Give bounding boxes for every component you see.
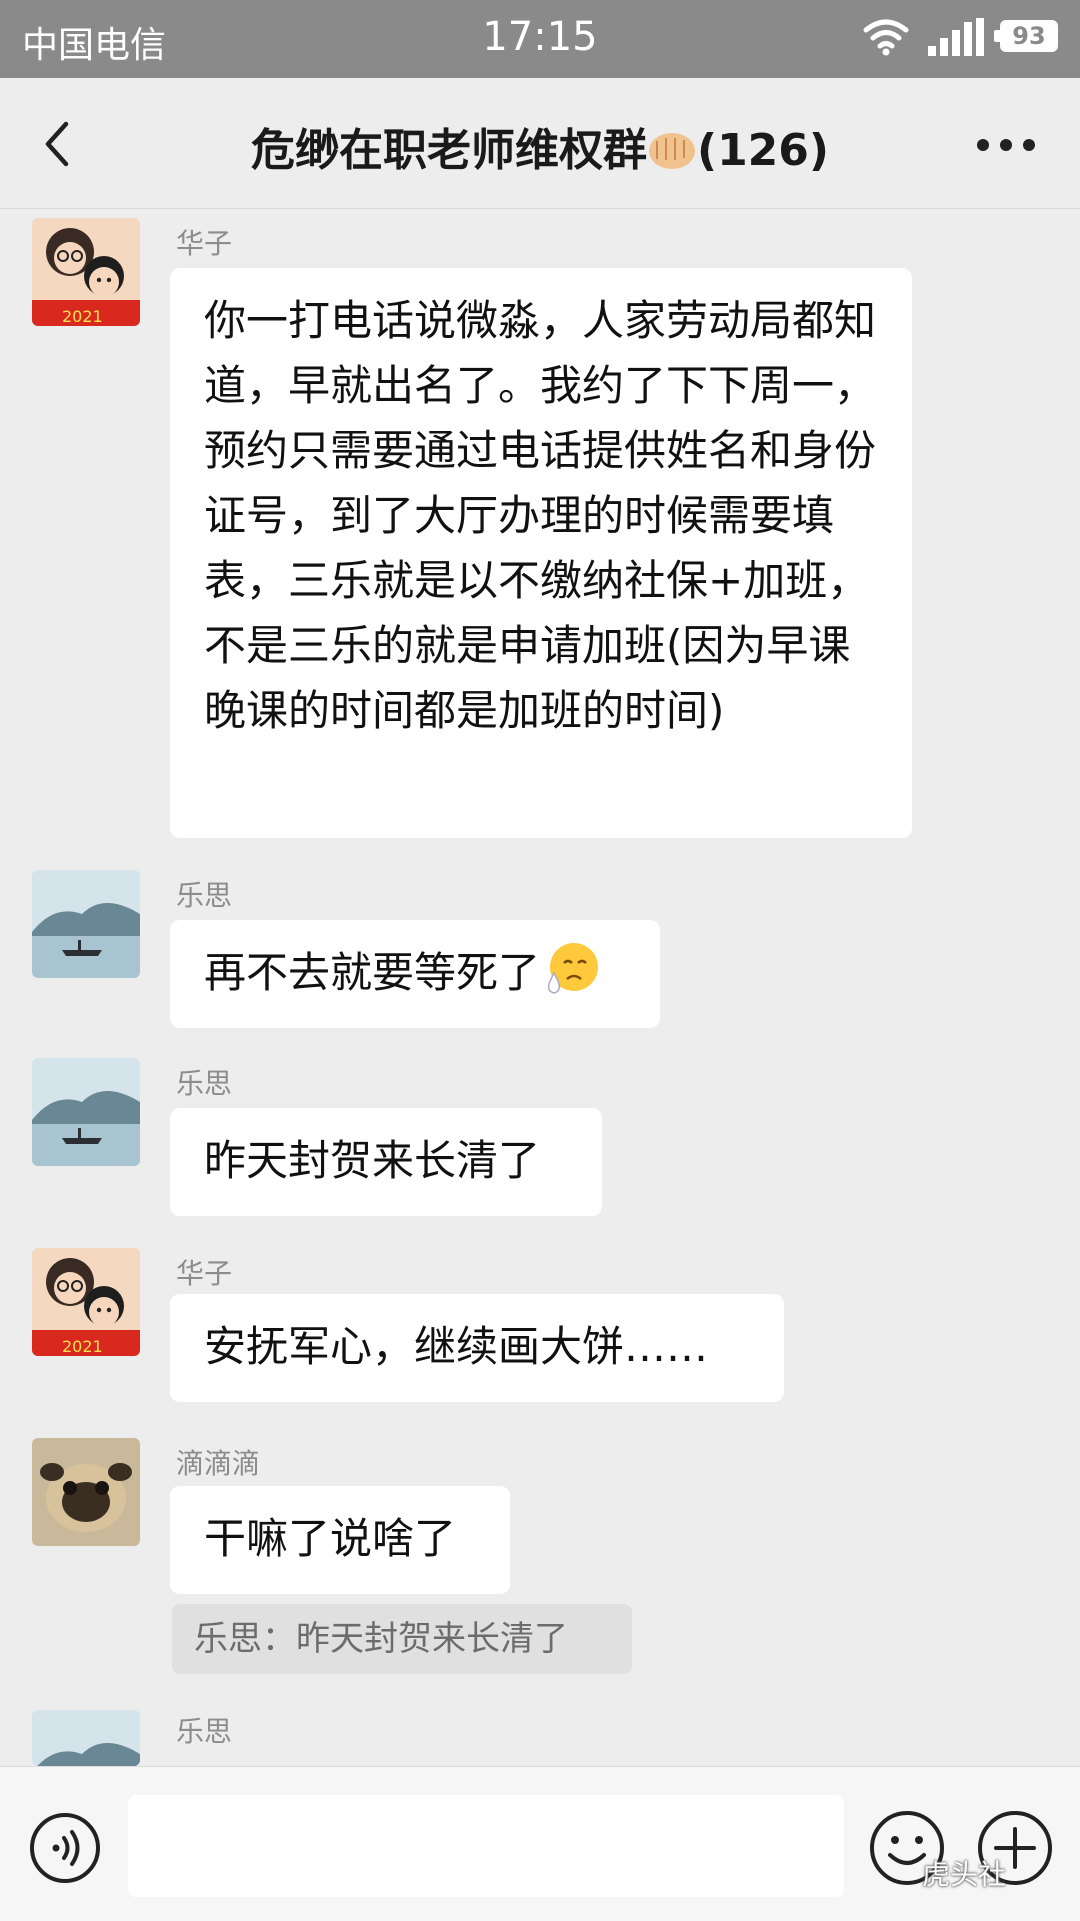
chat-title: 危缈在职老师维权群 (126) (120, 114, 960, 178)
status-time: 17:15 (482, 14, 598, 60)
lake-boat-avatar (32, 870, 140, 978)
sender-name: 华子 (176, 227, 233, 260)
avatar-huazi[interactable]: 2021 (32, 218, 140, 326)
message-bubble[interactable]: 干嘛了说啥了 (170, 1486, 510, 1594)
message-bubble[interactable]: 你一打电话说微淼，人家劳动局都知道，早就出名了。我约了下下周一，预约只需要通过电… (170, 268, 912, 838)
sender-name: 华子 (176, 1257, 233, 1290)
signal-icon (928, 18, 984, 56)
sad-sweat-emoji-icon (547, 943, 599, 994)
cartoon-couple-avatar: 2021 (32, 1248, 140, 1356)
watermark: 虎头社 (922, 1858, 1007, 1891)
message-bubble[interactable]: 昨天封贺来长清了 (170, 1108, 602, 1216)
avatar-dididi[interactable] (32, 1438, 140, 1546)
avatar-lesi[interactable] (32, 1058, 140, 1166)
message-bubble[interactable]: 再不去就要等死了 (170, 920, 660, 1028)
member-count: (126) (696, 125, 830, 176)
lake-boat-avatar (32, 1058, 140, 1166)
sender-name: 乐思 (176, 1067, 233, 1100)
svg-text:2021: 2021 (62, 307, 103, 326)
avatar-lesi[interactable] (32, 870, 140, 978)
sender-name: 乐思 (176, 879, 233, 912)
avatar-lesi[interactable] (32, 1710, 140, 1766)
input-bar: 虎头社 (0, 1766, 1080, 1921)
pug-dog-avatar (32, 1438, 140, 1546)
more-options-icon[interactable] (976, 138, 1036, 152)
battery-level: 93 (1000, 20, 1058, 52)
back-arrow-icon[interactable] (36, 120, 84, 168)
wifi-icon (863, 19, 909, 56)
fist-emoji-icon (648, 133, 695, 169)
avatar-huazi[interactable]: 2021 (32, 1248, 140, 1356)
message-bubble[interactable]: 安抚军心，继续画大饼…… (170, 1294, 784, 1402)
sender-name: 滴滴滴 (176, 1447, 261, 1480)
status-bar: 中国电信 17:15 93 (0, 0, 1080, 78)
chat-title-text: 危缈在职老师维权群 (250, 125, 647, 176)
voice-input-icon[interactable] (28, 1811, 102, 1885)
chat-header: 危缈在职老师维权群 (126) (0, 78, 1080, 209)
sender-name: 乐思 (176, 1715, 233, 1748)
message-input[interactable] (128, 1795, 844, 1897)
svg-text:2021: 2021 (62, 1337, 103, 1356)
cartoon-couple-avatar: 2021 (32, 218, 140, 326)
message-text: 再不去就要等死了 (204, 948, 541, 997)
quoted-reply[interactable]: 乐思：昨天封贺来长清了 (172, 1604, 632, 1674)
lake-boat-avatar (32, 1710, 140, 1766)
